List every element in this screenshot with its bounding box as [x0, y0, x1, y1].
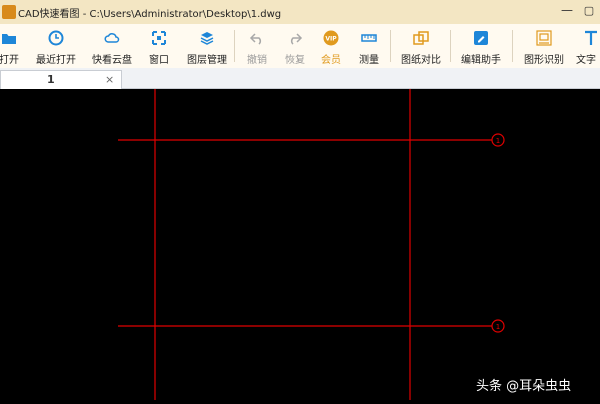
edit-assistant-icon: [474, 31, 488, 45]
svg-text:VIP: VIP: [325, 36, 337, 43]
undo-icon: [249, 33, 262, 45]
cad-drawing: 1 1: [118, 89, 505, 400]
title-bar: CAD快速看图 - C:\Users\Administrator\Desktop…: [0, 0, 600, 25]
drawing-compare-label: 图纸对比: [401, 55, 441, 66]
toolbar-divider: [512, 30, 513, 62]
document-tab-bar: 1 ×: [0, 68, 600, 89]
minimize-button[interactable]: —: [556, 0, 578, 20]
toolbar-divider: [450, 30, 451, 62]
undo-button[interactable]: 撤销: [242, 26, 272, 66]
redo-icon: [290, 33, 303, 45]
clock-icon: [48, 30, 64, 46]
layers-icon: [200, 32, 214, 45]
shape-recognition-label: 图形识别: [524, 55, 564, 66]
window-label: 窗口: [149, 55, 169, 66]
toolbar: 打开 最近打开 快看云盘 窗口 图层管理 撤销 恢复 VIP 会员 测量 图纸对…: [0, 24, 600, 69]
undo-label: 撤销: [247, 55, 267, 66]
compare-icon: [413, 31, 429, 45]
cloud-disk-label: 快看云盘: [92, 55, 132, 66]
maximize-button[interactable]: ▢: [578, 0, 600, 20]
axis-label: 1: [496, 323, 500, 331]
recent-open-label: 最近打开: [36, 55, 76, 66]
layer-manager-button[interactable]: 图层管理: [184, 26, 230, 66]
measure-button[interactable]: 测量: [354, 26, 384, 66]
app-logo-icon: [2, 5, 16, 19]
tab-document-1[interactable]: 1 ×: [0, 70, 122, 89]
edit-assistant-label: 编辑助手: [461, 55, 501, 66]
recent-open-button[interactable]: 最近打开: [34, 26, 78, 66]
ruler-icon: [361, 34, 377, 42]
cloud-disk-button[interactable]: 快看云盘: [90, 26, 134, 66]
drawing-compare-button[interactable]: 图纸对比: [398, 26, 444, 66]
text-button[interactable]: 文字: [576, 26, 600, 66]
open-label: 打开: [0, 55, 19, 66]
shape-recognition-button[interactable]: 图形识别: [520, 26, 568, 66]
tab-label: 1: [47, 73, 55, 86]
shape-recognition-icon: [536, 30, 552, 46]
window-frame-icon: [152, 31, 166, 45]
vip-label: 会员: [321, 55, 341, 66]
vip-icon: VIP: [323, 30, 339, 46]
window-button[interactable]: 窗口: [143, 26, 175, 66]
edit-assistant-button[interactable]: 编辑助手: [458, 26, 504, 66]
text-label: 文字: [576, 55, 596, 66]
open-button[interactable]: 打开: [0, 26, 26, 66]
drawing-canvas[interactable]: 1 1: [0, 89, 600, 400]
folder-open-icon: [2, 34, 16, 44]
layer-manager-label: 图层管理: [187, 55, 227, 66]
measure-label: 测量: [359, 55, 379, 66]
cloud-icon: [104, 33, 120, 43]
window-title: CAD快速看图 - C:\Users\Administrator\Desktop…: [18, 9, 282, 20]
close-tab-icon[interactable]: ×: [105, 73, 114, 86]
toolbar-divider: [234, 30, 235, 62]
redo-label: 恢复: [285, 55, 305, 66]
text-icon: [585, 30, 597, 45]
redo-button[interactable]: 恢复: [280, 26, 310, 66]
axis-label: 1: [496, 137, 500, 145]
vip-button[interactable]: VIP 会员: [316, 26, 346, 66]
toolbar-divider: [390, 30, 391, 62]
watermark-text: 头条 @耳朵虫虫: [476, 379, 572, 394]
